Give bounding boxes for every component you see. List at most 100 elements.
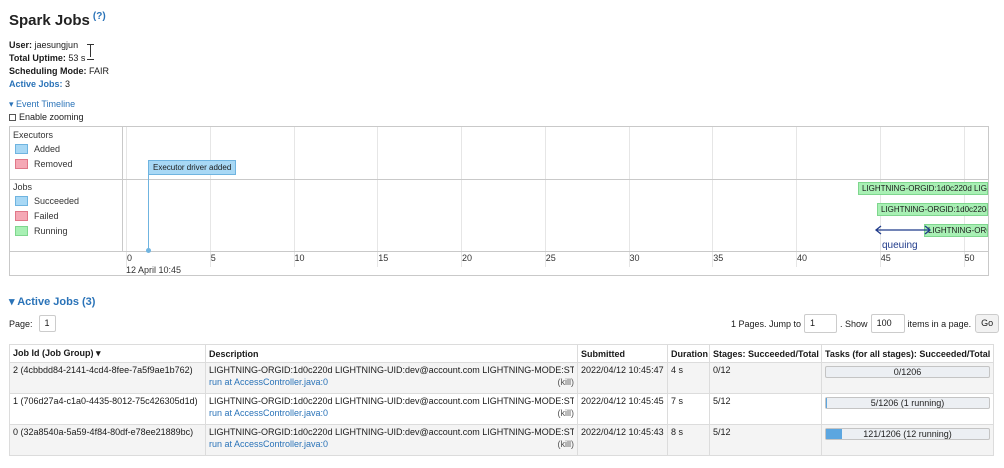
- executor-event-line: [148, 172, 149, 251]
- duration-cell: 7 s: [667, 393, 710, 425]
- page-size-input[interactable]: 100: [870, 314, 905, 333]
- job-bar-0[interactable]: LIGHTNING-ORGID:1d0c220d LIGHTNING-UID: [858, 182, 988, 195]
- description-cell: LIGHTNING-ORGID:1d0c220d LIGHTNING-UID:d…: [205, 424, 578, 456]
- legend-added: Added: [15, 144, 60, 154]
- stages-cell: 5/12: [709, 424, 822, 456]
- show-label: . Show: [840, 318, 868, 329]
- tasks-cell: 0/1206: [821, 362, 994, 394]
- legend-removed: Removed: [15, 159, 73, 169]
- legend-failed-label: Failed: [34, 211, 59, 221]
- legend-failed: Failed: [15, 211, 59, 221]
- callsite-link[interactable]: run at AccessController.java:0: [209, 377, 328, 387]
- kill-link[interactable]: (kill): [558, 408, 575, 418]
- tasks-progress-bar: 5/1206 (1 running): [825, 397, 990, 409]
- legend-running: Running: [15, 226, 68, 236]
- description-text: LIGHTNING-ORGID:1d0c220d LIGHTNING-UID:d…: [209, 427, 574, 437]
- active-jobs-link[interactable]: Active Jobs:: [9, 79, 63, 89]
- timeline-gridline: [377, 127, 379, 267]
- column-header-submitted[interactable]: Submitted: [577, 344, 668, 363]
- job-bar-1[interactable]: LIGHTNING-ORGID:1d0c220d: [877, 203, 988, 216]
- active-jobs-title: Active Jobs (3): [17, 296, 96, 308]
- timeline-gridline: [796, 127, 797, 267]
- column-header-job-id[interactable]: Job Id (Job Group) ▾: [9, 344, 206, 363]
- legend-running-label: Running: [34, 226, 68, 236]
- submitted-cell: 2022/04/12 10:45:43: [577, 424, 668, 456]
- duration-cell: 8 s: [667, 424, 710, 456]
- column-header-tasks[interactable]: Tasks (for all stages): Succeeded/Total: [821, 344, 994, 363]
- active-jobs-toggle[interactable]: ▾ Active Jobs (3): [9, 295, 95, 308]
- axis-tick-label: 15: [378, 253, 389, 263]
- summary-active-jobs: Active Jobs: 3: [9, 78, 109, 91]
- tasks-progress-bar: 0/1206: [825, 366, 990, 378]
- legend-succeeded-label: Succeeded: [34, 196, 80, 206]
- stages-cell: 5/12: [709, 393, 822, 425]
- timeline-gridline: [963, 127, 965, 267]
- succeeded-swatch: [15, 196, 28, 206]
- text-cursor-icon: [87, 44, 95, 60]
- page-title-text: Spark Jobs: [9, 12, 90, 29]
- table-row: 2 (4cbbdd84-2141-4cd4-8fee-7a5f9ae1b762)…: [9, 362, 994, 394]
- kill-link[interactable]: (kill): [558, 377, 575, 387]
- kill-link[interactable]: (kill): [558, 439, 575, 449]
- enable-zooming-label: Enable zooming: [19, 112, 84, 122]
- help-link[interactable]: (?): [93, 11, 106, 22]
- job-bar-2[interactable]: LIGHTNING-ORG: [924, 224, 988, 237]
- page-title: Spark Jobs (?): [9, 11, 106, 29]
- duration-cell: 4 s: [667, 362, 710, 394]
- queuing-arrow-icon: [874, 225, 932, 235]
- event-timeline-label: Event Timeline: [16, 99, 76, 109]
- submitted-cell: 2022/04/12 10:45:45: [577, 393, 668, 425]
- legend-removed-label: Removed: [34, 159, 73, 169]
- axis-tick-label: 35: [713, 253, 724, 263]
- running-swatch: [15, 226, 28, 236]
- event-timeline-toggle[interactable]: ▾ Event Timeline: [9, 99, 75, 110]
- timeline-gridline: [293, 127, 295, 267]
- column-header-description[interactable]: Description: [205, 344, 578, 363]
- event-timeline[interactable]: Executors Added Removed Jobs Succeeded F…: [9, 126, 989, 276]
- enable-zooming-checkbox[interactable]: [9, 113, 16, 121]
- table-row: 1 (706d27a4-c1a0-4435-8012-75c426305d1d)…: [9, 393, 994, 425]
- job-id-cell: 0 (32a8540a-5a59-4f84-80df-e78ee21889bc): [9, 424, 206, 456]
- timeline-label-column: Executors Added Removed Jobs Succeeded F…: [10, 127, 123, 252]
- axis-tick-label: 25: [545, 253, 556, 263]
- tasks-progress-bar: 121/1206 (12 running): [825, 428, 990, 440]
- user-value: jaesungjun: [34, 40, 79, 50]
- table-header-row: Job Id (Job Group) ▾ Description Submitt…: [9, 344, 994, 363]
- description-text: LIGHTNING-ORGID:1d0c220d LIGHTNING-UID:d…: [209, 365, 574, 375]
- go-button[interactable]: Go: [975, 314, 1000, 333]
- axis-tick-label: 50: [964, 253, 975, 263]
- tasks-progress-text: 0/1206: [893, 367, 922, 377]
- page-1-button[interactable]: 1: [38, 315, 56, 332]
- axis-tick-label: 30: [629, 253, 640, 263]
- uptime-label: Total Uptime:: [9, 53, 66, 63]
- active-jobs-table: Job Id (Job Group) ▾ Description Submitt…: [9, 344, 994, 456]
- scheduling-value: FAIR: [89, 66, 110, 76]
- jump-to-page-input[interactable]: 1: [804, 314, 838, 333]
- callsite-link[interactable]: run at AccessController.java:0: [209, 408, 328, 418]
- timeline-gridline: [544, 127, 546, 267]
- stages-cell: 0/12: [709, 362, 822, 394]
- items-label: items in a page.: [907, 318, 972, 329]
- pagination-left: Page: 1: [9, 315, 56, 332]
- pages-text: 1 Pages. Jump to: [731, 318, 802, 329]
- column-header-duration[interactable]: Duration: [667, 344, 710, 363]
- description-cell: LIGHTNING-ORGID:1d0c220d LIGHTNING-UID:d…: [205, 393, 578, 425]
- timeline-gridline: [879, 127, 881, 267]
- column-header-stages[interactable]: Stages: Succeeded/Total: [709, 344, 822, 363]
- submitted-cell: 2022/04/12 10:45:47: [577, 362, 668, 394]
- axis-tick-label: 45: [880, 253, 891, 263]
- axis-tick-label: 20: [462, 253, 473, 263]
- failed-swatch: [15, 211, 28, 221]
- user-label: User:: [9, 40, 33, 50]
- summary-scheduling: Scheduling Mode: FAIR: [9, 65, 109, 78]
- executor-added-event[interactable]: Executor driver added: [148, 160, 237, 175]
- axis-tick-label: 40: [797, 253, 808, 263]
- enable-zooming[interactable]: Enable zooming: [9, 112, 84, 122]
- queuing-annotation: queuing: [882, 240, 918, 251]
- removed-swatch: [15, 159, 28, 169]
- callsite-link[interactable]: run at AccessController.java:0: [209, 439, 328, 449]
- collapse-arrow-icon: ▾: [9, 99, 14, 109]
- legend-added-label: Added: [34, 144, 61, 154]
- executors-label: Executors: [13, 130, 54, 140]
- legend-succeeded: Succeeded: [15, 196, 79, 206]
